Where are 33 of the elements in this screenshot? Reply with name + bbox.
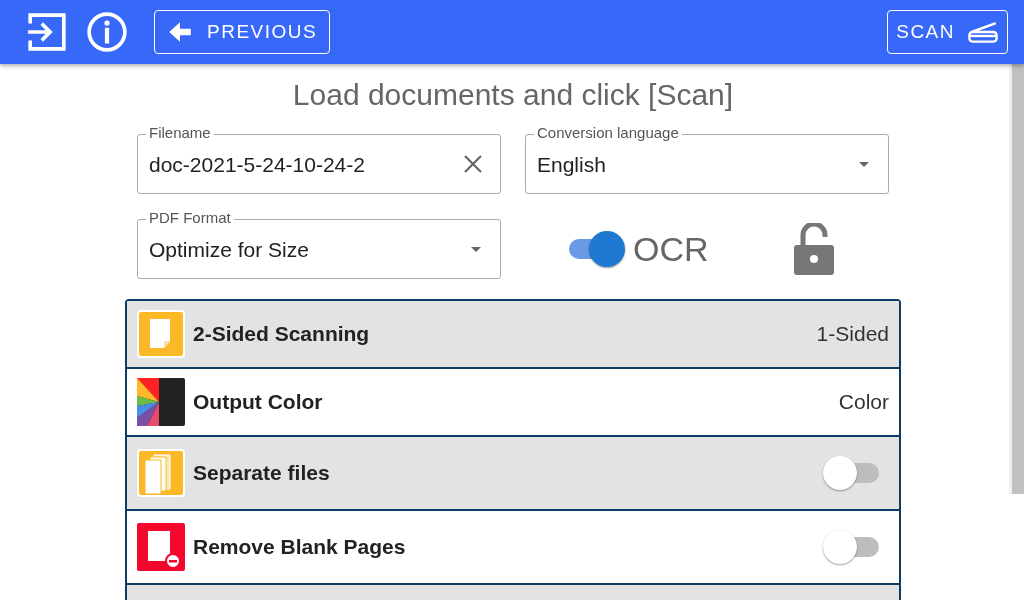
option-value: 1-Sided bbox=[816, 322, 889, 346]
option-row[interactable]: Separate files bbox=[127, 437, 899, 511]
filename-field[interactable]: Filename doc-2021-5-24-10-24-2 bbox=[137, 125, 501, 194]
clear-icon[interactable] bbox=[463, 154, 483, 174]
page-heading: Load documents and click [Scan] bbox=[291, 78, 735, 112]
field-value: doc-2021-5-24-10-24-2 bbox=[149, 152, 366, 177]
caret-icon bbox=[471, 246, 481, 252]
sign-in-icon[interactable] bbox=[26, 11, 68, 53]
caret-icon bbox=[859, 161, 869, 167]
field-value: English bbox=[537, 152, 607, 177]
color-wheel-icon bbox=[137, 378, 185, 426]
scanner-icon bbox=[967, 20, 999, 44]
page-icon bbox=[137, 310, 185, 358]
option-label: Remove Blank Pages bbox=[193, 535, 407, 559]
option-label: Separate files bbox=[193, 461, 331, 485]
option-value: Color bbox=[838, 390, 889, 414]
field-label: Filename bbox=[146, 125, 214, 141]
pdf-format-dropdown[interactable]: PDF Format Optimize for Size bbox=[137, 210, 501, 279]
scan-button[interactable]: SCAN bbox=[887, 10, 1008, 54]
field-label: PDF Format bbox=[146, 210, 234, 226]
stacked-pages-icon bbox=[137, 449, 185, 497]
previous-button[interactable]: PREVIOUS bbox=[154, 10, 331, 54]
field-label: Conversion language bbox=[534, 125, 682, 141]
unlocked-padlock-icon[interactable] bbox=[792, 223, 835, 275]
option-label: 2-Sided Scanning bbox=[193, 322, 371, 346]
option-row[interactable]: 2-Sided Scanning 1-Sided bbox=[127, 301, 899, 369]
ocr-label: OCR bbox=[633, 229, 709, 269]
field-value: Optimize for Size bbox=[149, 237, 310, 262]
info-icon[interactable] bbox=[86, 11, 128, 53]
option-label: Output Color bbox=[193, 390, 324, 414]
language-dropdown[interactable]: Conversion language English bbox=[525, 125, 889, 194]
blank-page-remove-icon bbox=[137, 523, 185, 571]
scrollbar[interactable] bbox=[1009, 64, 1024, 494]
